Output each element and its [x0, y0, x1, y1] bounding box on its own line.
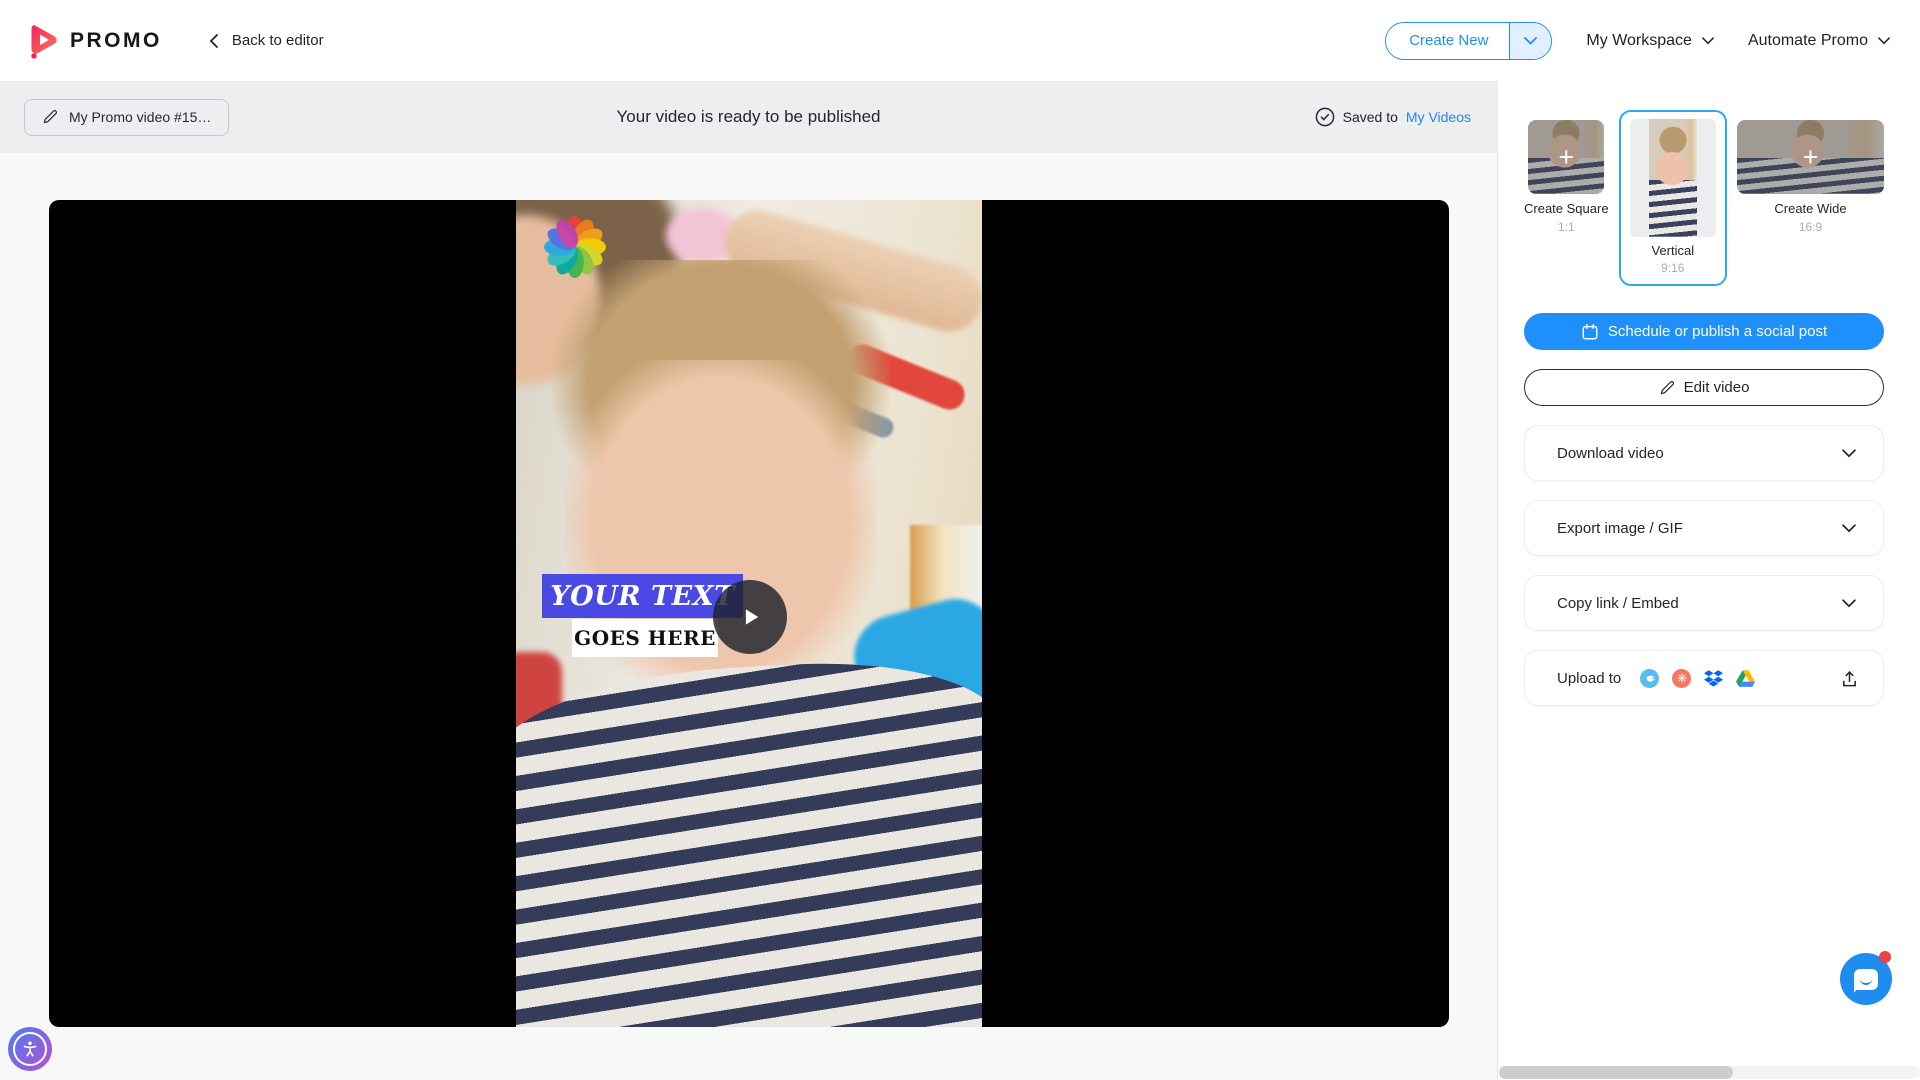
- accordion-label: Export image / GIF: [1557, 520, 1683, 537]
- chat-button[interactable]: [1840, 953, 1892, 1005]
- automate-promo-menu[interactable]: Automate Promo: [1748, 32, 1890, 50]
- promo-play-icon: [29, 23, 60, 59]
- format-wide[interactable]: + Create Wide 16:9: [1737, 110, 1884, 234]
- hubspot-icon: [1672, 669, 1691, 688]
- google-drive-icon: [1736, 670, 1755, 687]
- chevron-down-icon: [1842, 449, 1856, 458]
- my-workspace-label: My Workspace: [1586, 32, 1692, 50]
- saved-label: Saved to: [1343, 109, 1398, 125]
- format-square[interactable]: + Create Square 1:1: [1524, 110, 1609, 234]
- video-name-label: My Promo video #15…: [69, 109, 211, 125]
- accessibility-person-icon: [21, 1040, 39, 1058]
- chevron-down-icon: [1842, 524, 1856, 533]
- video-frame: YOUR TEXT GOES HERE: [516, 200, 982, 1027]
- dropbox-upload-button[interactable]: [1704, 670, 1723, 687]
- format-ratio: 16:9: [1799, 220, 1822, 234]
- video-name-badge[interactable]: My Promo video #15…: [24, 99, 229, 136]
- square-thumbnail: +: [1528, 120, 1604, 194]
- format-ratio: 9:16: [1661, 261, 1684, 275]
- chevron-down-icon: [1702, 37, 1714, 45]
- plus-icon: +: [1528, 120, 1604, 194]
- workspace: My Promo video #15… Your video is ready …: [0, 81, 1920, 1080]
- schedule-publish-button[interactable]: Schedule or publish a social post: [1524, 313, 1884, 350]
- accordion-label: Copy link / Embed: [1557, 595, 1679, 612]
- pinwheel-logo-icon: [542, 214, 608, 280]
- create-new-dropdown-button[interactable]: [1509, 23, 1551, 59]
- plus-icon: +: [1737, 120, 1884, 194]
- nav-right: Create New My Workspace Automate Promo: [1385, 22, 1890, 60]
- horizontal-scrollbar[interactable]: [1499, 1066, 1920, 1079]
- play-button[interactable]: [713, 580, 787, 654]
- chat-bubble-icon: [1854, 969, 1878, 990]
- nav-left: PROMO Back to editor: [29, 23, 324, 59]
- create-new-split: Create New: [1385, 22, 1552, 60]
- app: PROMO Back to editor Create New My Works…: [0, 0, 1920, 1080]
- accordion-label: Download video: [1557, 445, 1664, 462]
- export-image-gif-accordion[interactable]: Export image / GIF: [1524, 500, 1884, 556]
- upload-to-label: Upload to: [1557, 670, 1621, 687]
- scrollbar-thumb[interactable]: [1499, 1066, 1733, 1079]
- create-new-button[interactable]: Create New: [1386, 23, 1509, 59]
- video-player: YOUR TEXT GOES HERE: [49, 200, 1449, 1027]
- sendible-upload-button[interactable]: [1640, 669, 1659, 688]
- promo-logo[interactable]: PROMO: [29, 23, 162, 59]
- brand-name: PROMO: [70, 29, 162, 53]
- edit-video-button[interactable]: Edit video: [1524, 369, 1884, 406]
- chevron-down-icon: [1878, 37, 1890, 45]
- vertical-thumbnail-frame: [1649, 119, 1697, 237]
- google-drive-upload-button[interactable]: [1736, 670, 1755, 687]
- sendible-icon: [1640, 669, 1659, 688]
- video-text-overlay-line2: GOES HERE: [572, 619, 718, 657]
- check-circle-icon: [1315, 107, 1335, 127]
- upload-to-card: Upload to: [1524, 650, 1884, 706]
- format-label: Create Square: [1524, 201, 1609, 216]
- accessibility-button[interactable]: [8, 1027, 52, 1071]
- download-video-accordion[interactable]: Download video: [1524, 425, 1884, 481]
- top-nav: PROMO Back to editor Create New My Works…: [0, 0, 1920, 81]
- accessibility-ring: [13, 1032, 47, 1066]
- publish-sidebar: + Create Square 1:1 Vertical 9:16 +: [1497, 81, 1920, 1080]
- automate-promo-label: Automate Promo: [1748, 32, 1868, 50]
- vertical-thumbnail: [1630, 119, 1716, 237]
- upload-export-button[interactable]: [1840, 669, 1859, 688]
- schedule-publish-label: Schedule or publish a social post: [1608, 323, 1827, 340]
- chevron-down-icon: [1842, 599, 1856, 608]
- format-vertical[interactable]: Vertical 9:16: [1619, 110, 1727, 286]
- format-label: Vertical: [1651, 243, 1694, 258]
- chevron-left-icon: [209, 34, 218, 48]
- format-picker: + Create Square 1:1 Vertical 9:16 +: [1524, 110, 1884, 286]
- wide-thumbnail: +: [1737, 120, 1884, 194]
- back-button[interactable]: Back to editor: [209, 32, 324, 49]
- chevron-down-icon: [1524, 37, 1537, 45]
- hubspot-upload-button[interactable]: [1672, 669, 1691, 688]
- notification-dot: [1879, 951, 1891, 963]
- format-label: Create Wide: [1774, 201, 1846, 216]
- copy-link-embed-accordion[interactable]: Copy link / Embed: [1524, 575, 1884, 631]
- dropbox-icon: [1704, 670, 1723, 687]
- my-videos-link[interactable]: My Videos: [1406, 109, 1471, 125]
- main-area: My Promo video #15… Your video is ready …: [0, 81, 1497, 1080]
- calendar-icon: [1581, 323, 1599, 341]
- format-ratio: 1:1: [1558, 220, 1575, 234]
- my-workspace-menu[interactable]: My Workspace: [1586, 32, 1714, 50]
- status-bar: My Promo video #15… Your video is ready …: [0, 81, 1497, 153]
- saved-status: Saved to My Videos: [1315, 107, 1471, 127]
- pencil-icon: [1659, 380, 1675, 396]
- upload-icon: [1840, 669, 1859, 688]
- pencil-icon: [42, 109, 58, 125]
- scene-layer: [516, 654, 982, 1027]
- play-icon: [736, 603, 764, 631]
- edit-video-label: Edit video: [1684, 379, 1750, 396]
- upload-targets: [1640, 669, 1755, 688]
- back-label: Back to editor: [232, 32, 324, 49]
